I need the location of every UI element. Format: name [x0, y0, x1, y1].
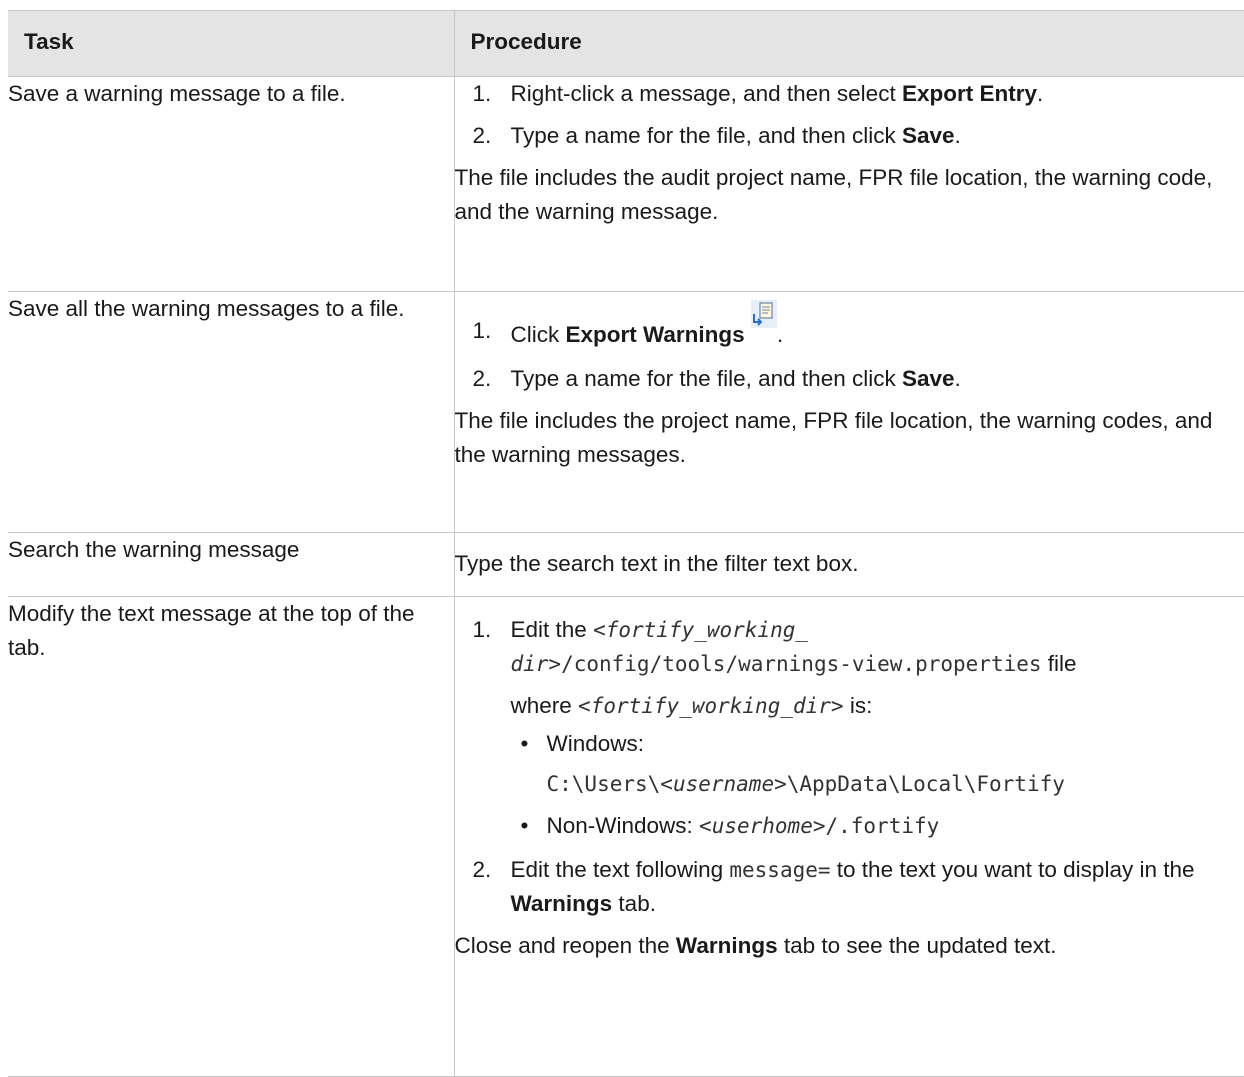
step-number: 1.	[473, 314, 492, 348]
step-text: Click	[511, 322, 566, 347]
header-task: Task	[8, 11, 454, 77]
procedure-table: Task Procedure Save a warning message to…	[8, 10, 1244, 1077]
table-header-row: Task Procedure	[8, 11, 1244, 77]
step-number: 1.	[473, 613, 492, 647]
procedure-cell: 1. Edit the <fortify_working_ dir>/confi…	[454, 597, 1244, 1077]
step-text: Right-click a message, and then select	[511, 81, 902, 106]
task-cell: Modify the text message at the top of th…	[8, 597, 454, 1077]
os-item-windows: Windows: C:\Users\<username>\AppData\Loc…	[511, 727, 1244, 801]
task-cell: Search the warning message	[8, 533, 454, 597]
placeholder-var: <fortify_working_dir>	[578, 694, 844, 718]
step-item: 2. Type a name for the file, and then cl…	[455, 362, 1244, 396]
procedure-note: Close and reopen the Warnings tab to see…	[455, 929, 1244, 963]
table-row: Search the warning message Type the sear…	[8, 533, 1244, 597]
step-item: 1. Right-click a message, and then selec…	[455, 77, 1244, 111]
table-row: Modify the text message at the top of th…	[8, 597, 1244, 1077]
ui-term: Export Warnings	[566, 322, 745, 347]
export-warnings-icon	[751, 314, 777, 344]
placeholder-var: dir>	[511, 652, 562, 676]
procedure-cell: Type the search text in the filter text …	[454, 533, 1244, 597]
code-token: message=	[729, 858, 830, 882]
step-end: .	[777, 322, 783, 347]
step-end: .	[1037, 81, 1043, 106]
ui-term: Export Entry	[902, 81, 1037, 106]
step-text: to the text you want to display in the	[831, 857, 1195, 882]
step-item: 2. Edit the text following message= to t…	[455, 853, 1244, 921]
ui-term: Save	[902, 366, 955, 391]
placeholder-var: <fortify_working_	[593, 618, 808, 642]
table-row: Save a warning message to a file. 1. Rig…	[8, 77, 1244, 292]
ui-term: Save	[902, 123, 955, 148]
step-text: Type a name for the file, and then click	[511, 366, 902, 391]
os-list: Windows: C:\Users\<username>\AppData\Loc…	[511, 727, 1244, 843]
step-number: 2.	[473, 853, 492, 887]
step-end: tab.	[612, 891, 656, 916]
step-end: .	[955, 366, 961, 391]
procedure-note: The file includes the project name, FPR …	[455, 404, 1244, 472]
step-item: 1. Edit the <fortify_working_ dir>/confi…	[455, 613, 1244, 843]
procedure-cell: 1. Click Export Warnings .	[454, 292, 1244, 533]
step-list: 1. Click Export Warnings .	[455, 314, 1244, 396]
ui-term: Warnings	[511, 891, 613, 916]
step-number: 2.	[473, 362, 492, 396]
step-body: Edit the <fortify_working_ dir>/config/t…	[511, 613, 1244, 843]
step-text: file	[1042, 651, 1077, 676]
windows-path: C:\Users\<username>\AppData\Local\Fortif…	[547, 767, 1065, 801]
step-number: 2.	[473, 119, 492, 153]
config-path: /config/tools/warnings-view.properties	[561, 652, 1041, 676]
header-procedure: Procedure	[454, 11, 1244, 77]
step-item: 1. Click Export Warnings .	[455, 314, 1244, 352]
os-item-nonwindows: Non-Windows: <userhome>/.fortify	[511, 809, 1244, 843]
table-row: Save all the warning messages to a file.…	[8, 292, 1244, 533]
procedure-cell: 1. Right-click a message, and then selec…	[454, 77, 1244, 292]
step-text: Edit the	[511, 617, 594, 642]
task-cell: Save all the warning messages to a file.	[8, 292, 454, 533]
step-item: 2. Type a name for the file, and then cl…	[455, 119, 1244, 153]
step-end: .	[955, 123, 961, 148]
step-number: 1.	[473, 77, 492, 111]
task-cell: Save a warning message to a file.	[8, 77, 454, 292]
step-list: 1. Edit the <fortify_working_ dir>/confi…	[455, 613, 1244, 921]
procedure-note: The file includes the audit project name…	[455, 161, 1244, 229]
step-list: 1. Right-click a message, and then selec…	[455, 77, 1244, 153]
step-text: Type a name for the file, and then click	[511, 123, 902, 148]
where-line: where <fortify_working_dir> is:	[511, 689, 1244, 723]
step-text: Edit the text following	[511, 857, 730, 882]
